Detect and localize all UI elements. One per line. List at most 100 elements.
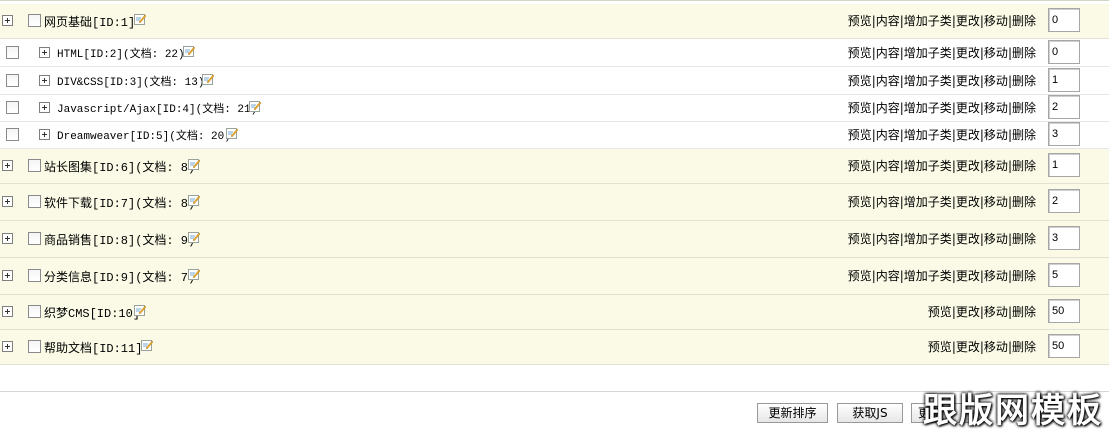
edit-icon[interactable] bbox=[226, 127, 238, 139]
action-link[interactable]: 增加子类 bbox=[904, 46, 952, 60]
action-link[interactable]: 内容 bbox=[876, 195, 900, 209]
action-link[interactable]: 预览 bbox=[848, 14, 872, 28]
category-name[interactable]: 分类信息[ID:9](文档: 7) bbox=[44, 268, 195, 285]
sort-order-input[interactable] bbox=[1048, 263, 1080, 287]
expand-icon[interactable] bbox=[39, 46, 50, 58]
expand-icon[interactable] bbox=[2, 233, 13, 244]
expand-icon[interactable] bbox=[2, 306, 13, 317]
action-link[interactable]: 预览 bbox=[848, 46, 872, 60]
action-link[interactable]: 预览 bbox=[928, 305, 952, 319]
action-link[interactable]: 删除 bbox=[1012, 14, 1036, 28]
action-link[interactable]: 移动 bbox=[984, 46, 1008, 60]
category-name[interactable]: Dreamweaver[ID:5](文档: 20) bbox=[57, 127, 231, 143]
category-checkbox[interactable] bbox=[28, 232, 41, 245]
sort-order-input[interactable] bbox=[1048, 67, 1080, 92]
action-link[interactable]: 移动 bbox=[984, 101, 1008, 115]
action-link[interactable]: 删除 bbox=[1012, 195, 1036, 209]
action-link[interactable]: 预览 bbox=[848, 195, 872, 209]
expand-icon[interactable] bbox=[2, 341, 13, 352]
action-link[interactable]: 增加子类 bbox=[904, 128, 952, 142]
edit-icon[interactable] bbox=[134, 13, 146, 25]
expand-icon[interactable] bbox=[2, 196, 13, 207]
category-checkbox[interactable] bbox=[28, 269, 41, 282]
action-link[interactable]: 预览 bbox=[848, 232, 872, 246]
sort-order-input[interactable] bbox=[1048, 226, 1080, 250]
category-checkbox[interactable] bbox=[28, 305, 41, 318]
sort-order-input[interactable] bbox=[1048, 299, 1080, 323]
action-link[interactable]: 更改 bbox=[956, 128, 980, 142]
action-link[interactable]: 删除 bbox=[1012, 128, 1036, 142]
category-checkbox[interactable] bbox=[6, 45, 19, 59]
action-link[interactable]: 内容 bbox=[876, 14, 900, 28]
action-link[interactable]: 删除 bbox=[1012, 46, 1036, 60]
sort-order-input[interactable] bbox=[1048, 153, 1080, 177]
action-link[interactable]: 预览 bbox=[848, 159, 872, 173]
action-link[interactable]: 删除 bbox=[1012, 305, 1036, 319]
sort-order-input[interactable] bbox=[1048, 334, 1080, 358]
category-name[interactable]: 织梦CMS[ID:10] bbox=[44, 304, 140, 321]
category-name[interactable]: 商品销售[ID:8](文档: 9) bbox=[44, 231, 195, 248]
action-link[interactable]: 删除 bbox=[1012, 74, 1036, 88]
action-link[interactable]: 移动 bbox=[984, 305, 1008, 319]
category-name[interactable]: 网页基础[ID:1] bbox=[44, 13, 135, 30]
edit-icon[interactable] bbox=[188, 231, 200, 243]
action-link[interactable]: 内容 bbox=[876, 232, 900, 246]
category-checkbox[interactable] bbox=[28, 195, 41, 208]
sort-order-input[interactable] bbox=[1048, 95, 1080, 119]
action-link[interactable]: 预览 bbox=[848, 128, 872, 142]
expand-icon[interactable] bbox=[2, 160, 13, 171]
action-link[interactable]: 更改 bbox=[956, 14, 980, 28]
update-sort-button[interactable]: 更新排序 bbox=[757, 403, 828, 423]
action-link[interactable]: 删除 bbox=[1012, 269, 1036, 283]
action-link[interactable]: 更改 bbox=[956, 269, 980, 283]
action-link[interactable]: 移动 bbox=[984, 195, 1008, 209]
action-link[interactable]: 更改 bbox=[956, 195, 980, 209]
sort-order-input[interactable] bbox=[1048, 8, 1080, 32]
action-link[interactable]: 内容 bbox=[876, 269, 900, 283]
action-link[interactable]: 增加子类 bbox=[904, 14, 952, 28]
action-link[interactable]: 内容 bbox=[876, 74, 900, 88]
action-link[interactable]: 更改 bbox=[956, 74, 980, 88]
action-link[interactable]: 预览 bbox=[848, 101, 872, 115]
action-link[interactable]: 更改 bbox=[956, 101, 980, 115]
action-link[interactable]: 更改 bbox=[956, 340, 980, 354]
sort-order-input[interactable] bbox=[1048, 39, 1080, 64]
edit-icon[interactable] bbox=[188, 268, 200, 280]
action-link[interactable]: 增加子类 bbox=[904, 195, 952, 209]
expand-icon[interactable] bbox=[39, 102, 50, 113]
action-link[interactable]: 删除 bbox=[1012, 101, 1036, 115]
action-link[interactable]: 移动 bbox=[984, 14, 1008, 28]
sort-order-input[interactable] bbox=[1048, 189, 1080, 213]
action-link[interactable]: 移动 bbox=[984, 128, 1008, 142]
category-checkbox[interactable] bbox=[6, 128, 19, 141]
action-link[interactable]: 增加子类 bbox=[904, 101, 952, 115]
category-name[interactable]: 站长图集[ID:6](文档: 8) bbox=[44, 158, 195, 175]
edit-icon[interactable] bbox=[141, 339, 153, 351]
edit-icon[interactable] bbox=[249, 100, 261, 112]
category-checkbox[interactable] bbox=[6, 73, 19, 87]
action-link[interactable]: 增加子类 bbox=[904, 74, 952, 88]
edit-icon[interactable] bbox=[188, 158, 200, 170]
category-name[interactable]: 帮助文档[ID:11] bbox=[44, 339, 142, 356]
expand-icon[interactable] bbox=[2, 15, 13, 26]
edit-icon[interactable] bbox=[188, 194, 200, 206]
action-link[interactable]: 移动 bbox=[984, 232, 1008, 246]
action-link[interactable]: 移动 bbox=[984, 269, 1008, 283]
category-name[interactable]: Javascript/Ajax[ID:4](文档: 21) bbox=[57, 100, 257, 116]
category-checkbox[interactable] bbox=[28, 340, 41, 353]
action-link[interactable]: 内容 bbox=[876, 101, 900, 115]
action-link[interactable]: 移动 bbox=[984, 74, 1008, 88]
action-link[interactable]: 内容 bbox=[876, 46, 900, 60]
action-link[interactable]: 删除 bbox=[1012, 340, 1036, 354]
action-link[interactable]: 删除 bbox=[1012, 159, 1036, 173]
action-link[interactable]: 更改 bbox=[956, 232, 980, 246]
expand-icon[interactable] bbox=[2, 270, 13, 281]
action-link[interactable]: 预览 bbox=[848, 74, 872, 88]
category-name[interactable]: DIV&CSS[ID:3](文档: 13) bbox=[57, 73, 204, 89]
edit-icon[interactable] bbox=[134, 304, 146, 316]
expand-icon[interactable] bbox=[39, 129, 50, 140]
expand-icon[interactable] bbox=[39, 74, 50, 86]
action-link[interactable]: 移动 bbox=[984, 340, 1008, 354]
action-link[interactable]: 更改 bbox=[956, 159, 980, 173]
action-link[interactable]: 增加子类 bbox=[904, 269, 952, 283]
